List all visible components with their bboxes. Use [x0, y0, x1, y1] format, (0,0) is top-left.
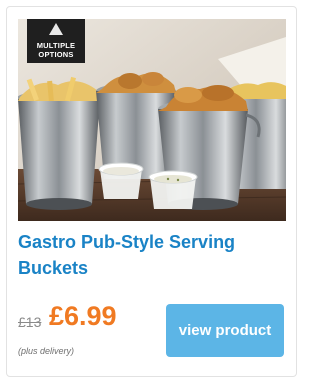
badge-line-2: OPTIONS	[38, 50, 74, 59]
delivery-note: (plus delivery)	[18, 346, 75, 356]
view-product-button[interactable]: view product	[166, 304, 284, 357]
product-card: MULTIPLE OPTIONS Gastro Pub-Style Servin…	[6, 6, 297, 377]
old-price: £13	[18, 314, 42, 330]
current-price: £6.99	[49, 301, 117, 331]
badge-line-1: MULTIPLE	[36, 41, 76, 50]
badge-text: MULTIPLE OPTIONS	[27, 41, 85, 59]
product-title[interactable]: Gastro Pub-Style Serving Buckets	[18, 229, 286, 281]
multiple-options-badge: MULTIPLE OPTIONS	[27, 19, 85, 63]
